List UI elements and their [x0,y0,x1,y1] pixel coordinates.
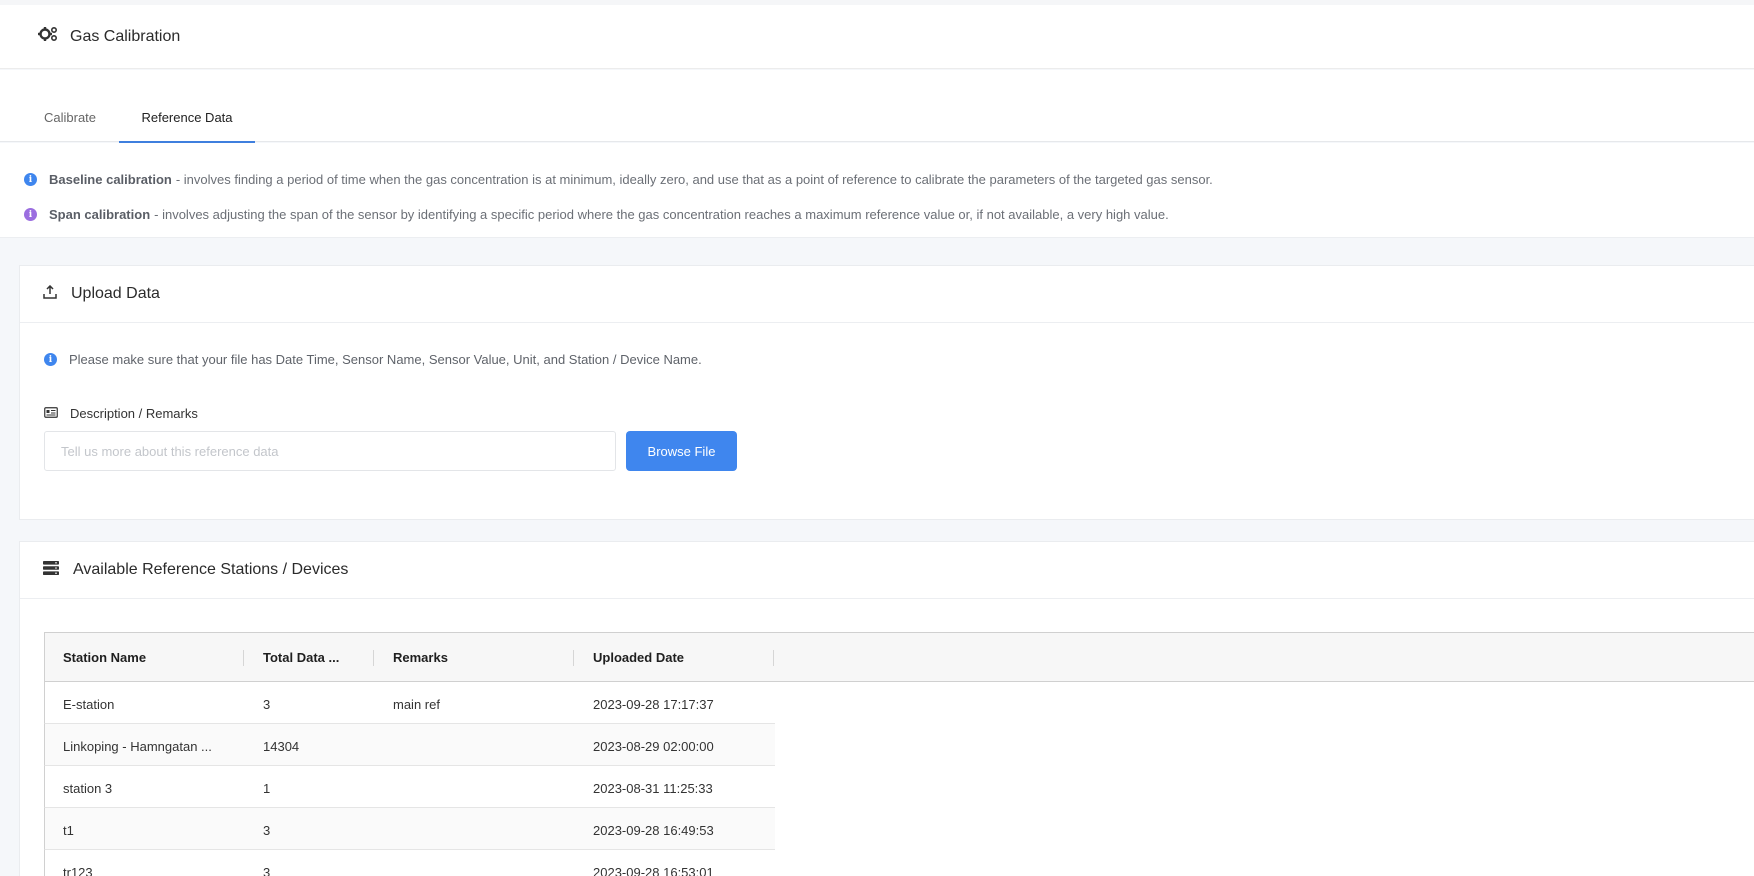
cell-uploaded-date: 2023-09-28 16:53:01 [593,865,714,876]
server-icon [43,560,59,580]
column-header-uploaded-date[interactable]: Uploaded Date [593,650,684,665]
stations-card-header: Available Reference Stations / Devices [20,542,1754,599]
table-row[interactable]: Linkoping - Hamngatan ... 14304 2023-08-… [44,724,775,766]
upload-card-header: Upload Data [20,266,1754,323]
info-icon: i [44,353,57,366]
column-resize-handle[interactable] [773,650,774,666]
cell-uploaded-date: 2023-08-31 11:25:33 [593,781,713,796]
upload-card-title: Upload Data [71,285,160,302]
cell-total-data: 3 [263,865,271,876]
cell-total-data: 1 [263,781,271,796]
column-resize-handle[interactable] [373,650,374,666]
span-info: i Span calibration - involves adjusting … [24,207,1169,222]
tab-reference-data[interactable]: Reference Data [119,110,255,143]
cell-station-name: tr123 [63,865,93,876]
cell-uploaded-date: 2023-08-29 02:00:00 [593,739,714,754]
column-resize-handle[interactable] [243,650,244,666]
calibration-info-panel: i Baseline calibration - involves findin… [0,143,1754,238]
baseline-text: - involves finding a period of time when… [175,172,1213,187]
table-row[interactable]: station 3 1 2023-08-31 11:25:33 [44,766,775,808]
stations-table: Station Name Total Data ... Remarks Uplo… [44,632,1754,876]
tab-calibrate[interactable]: Calibrate [44,110,96,142]
upload-data-card: Upload Data i Please make sure that your… [19,265,1754,520]
cell-station-name: Linkoping - Hamngatan ... [63,739,212,754]
upload-note-text: Please make sure that your file has Date… [69,352,702,367]
span-title: Span calibration [49,207,151,222]
upload-note: i Please make sure that your file has Da… [44,352,702,367]
cell-station-name: E-station [63,697,115,712]
cell-total-data: 14304 [263,739,300,754]
cell-uploaded-date: 2023-09-28 17:17:37 [593,697,714,712]
column-header-remarks[interactable]: Remarks [393,650,448,665]
table-row[interactable]: t1 3 2023-09-28 16:49:53 [44,808,775,850]
reference-stations-card: Available Reference Stations / Devices S… [19,541,1754,876]
table-header: Station Name Total Data ... Remarks Uplo… [44,632,1754,682]
browse-file-button[interactable]: Browse File [626,431,737,471]
description-label-text: Description / Remarks [70,406,198,421]
stations-card-title: Available Reference Stations / Devices [73,561,349,578]
upload-icon [43,284,57,304]
cell-station-name: t1 [63,823,74,838]
info-icon: i [24,173,37,186]
description-label: Description / Remarks [44,406,198,421]
page-header: Gas Calibration [0,5,1754,69]
id-card-icon [44,406,58,421]
baseline-title: Baseline calibration [49,172,172,187]
column-header-station-name[interactable]: Station Name [63,650,146,665]
description-input[interactable] [44,431,616,471]
cell-uploaded-date: 2023-09-28 16:49:53 [593,823,714,838]
gears-icon [38,26,58,47]
info-icon: i [24,208,37,221]
tab-reference-data-label: Reference Data [141,110,233,125]
cell-total-data: 3 [263,697,271,712]
table-row[interactable]: E-station 3 main ref 2023-09-28 17:17:37 [44,682,775,724]
page-title: Gas Calibration [70,27,181,45]
cell-station-name: station 3 [63,781,113,796]
baseline-info: i Baseline calibration - involves findin… [24,172,1213,187]
cell-total-data: 3 [263,823,271,838]
column-header-total-data[interactable]: Total Data ... [263,650,339,665]
tab-bar: Calibrate Reference Data [0,70,1754,143]
cell-remarks: main ref [393,697,440,712]
table-row[interactable]: tr123 3 2023-09-28 16:53:01 [44,850,775,876]
column-resize-handle[interactable] [573,650,574,666]
span-text: - involves adjusting the span of the sen… [154,207,1169,222]
